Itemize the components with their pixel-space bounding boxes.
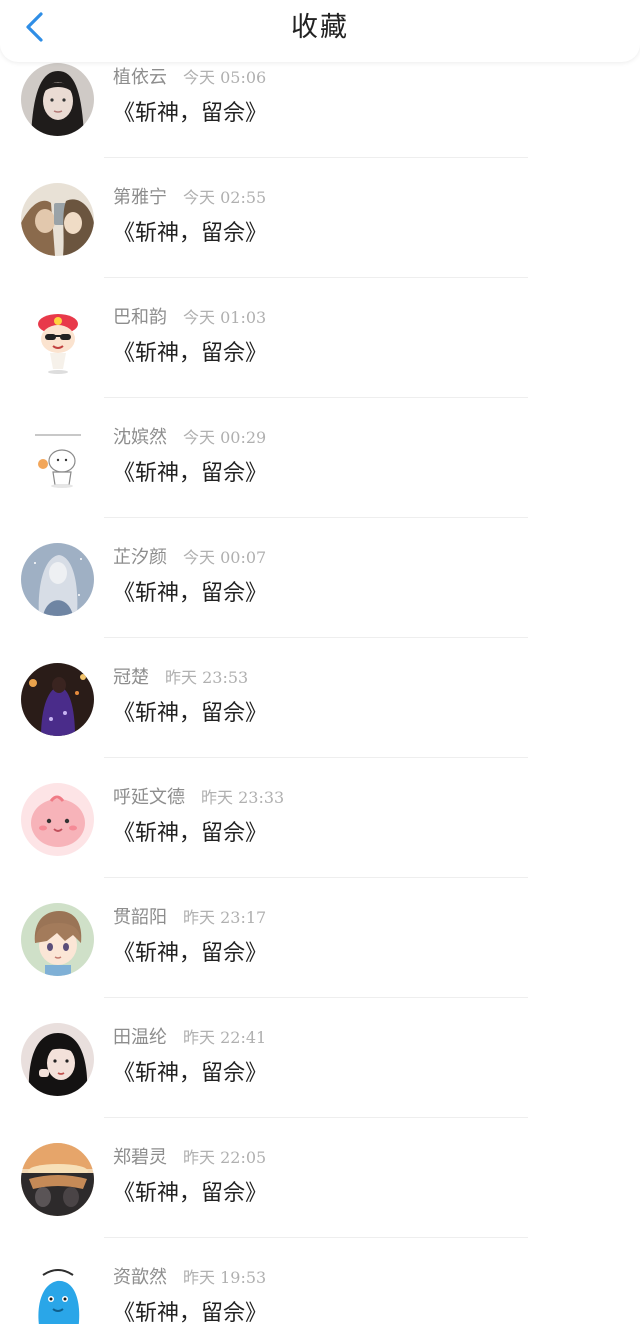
list-item[interactable]: 沈嫔然 今天 00:29 《斩神，留佘》 bbox=[0, 360, 640, 518]
user-name[interactable]: 冠楚 bbox=[113, 667, 149, 688]
list-item[interactable]: 冠楚 昨天 23:53 《斩神，留佘》 bbox=[0, 600, 640, 758]
item-meta: 冠楚 昨天 23:53 bbox=[113, 666, 248, 690]
timestamp: 昨天 23:53 bbox=[165, 668, 249, 687]
item-meta: 巴和韵 今天 01:03 bbox=[113, 306, 266, 330]
item-meta: 田温纶 昨天 22:41 bbox=[113, 1026, 266, 1050]
list-item[interactable]: 田温纶 昨天 22:41 《斩神，留佘》 bbox=[0, 960, 640, 1118]
item-meta: 第雅宁 今天 02:55 bbox=[113, 186, 266, 210]
favorite-content[interactable]: 《斩神，留佘》 bbox=[113, 1299, 267, 1324]
timestamp: 今天 02:55 bbox=[183, 188, 267, 207]
user-name[interactable]: 田温纶 bbox=[113, 1027, 167, 1048]
list-item[interactable]: 贯韶阳 昨天 23:17 《斩神，留佘》 bbox=[0, 840, 640, 998]
timestamp: 昨天 22:41 bbox=[183, 1028, 267, 1047]
timestamp: 昨天 19:53 bbox=[183, 1268, 267, 1287]
user-name[interactable]: 沈嫔然 bbox=[113, 427, 167, 448]
timestamp: 昨天 23:33 bbox=[201, 788, 285, 807]
user-name[interactable]: 郑碧灵 bbox=[113, 1147, 167, 1168]
timestamp: 今天 00:29 bbox=[183, 428, 267, 447]
item-meta: 呼延文德 昨天 23:33 bbox=[113, 786, 284, 810]
item-meta: 沈嫔然 今天 00:29 bbox=[113, 426, 266, 450]
timestamp: 今天 00:07 bbox=[183, 548, 267, 567]
user-name[interactable]: 芷汐颜 bbox=[113, 547, 167, 568]
item-meta: 郑碧灵 昨天 22:05 bbox=[113, 1146, 266, 1170]
user-name[interactable]: 贯韶阳 bbox=[113, 907, 167, 928]
list-item[interactable]: 芷汐颜 今天 00:07 《斩神，留佘》 bbox=[0, 480, 640, 638]
page-title: 收藏 bbox=[291, 12, 349, 43]
favorites-list: 植依云 今天 05:06 《斩神，留佘》 第雅宁 今天 02:55 《斩神，留佘》 … bbox=[0, 0, 640, 1324]
list-item[interactable]: 呼延文德 昨天 23:33 《斩神，留佘》 bbox=[0, 720, 640, 878]
user-name[interactable]: 巴和韵 bbox=[113, 307, 167, 328]
item-meta: 植依云 今天 05:06 bbox=[113, 66, 266, 90]
user-name[interactable]: 第雅宁 bbox=[113, 187, 167, 208]
item-meta: 贯韶阳 昨天 23:17 bbox=[113, 906, 266, 930]
timestamp: 今天 01:03 bbox=[183, 308, 267, 327]
top-nav-bar: 收藏 bbox=[0, 0, 640, 62]
user-name[interactable]: 呼延文德 bbox=[113, 787, 185, 808]
list-item[interactable]: 巴和韵 今天 01:03 《斩神，留佘》 bbox=[0, 240, 640, 398]
timestamp: 昨天 23:17 bbox=[183, 908, 267, 927]
timestamp: 今天 05:06 bbox=[183, 68, 267, 87]
user-name[interactable]: 资歆然 bbox=[113, 1267, 167, 1288]
item-meta: 资歆然 昨天 19:53 bbox=[113, 1266, 266, 1290]
timestamp: 昨天 22:05 bbox=[183, 1148, 267, 1167]
avatar[interactable] bbox=[21, 1263, 94, 1324]
list-item[interactable]: 郑碧灵 昨天 22:05 《斩神，留佘》 bbox=[0, 1080, 640, 1238]
list-item[interactable]: 资歆然 昨天 19:53 《斩神，留佘》 bbox=[0, 1200, 640, 1324]
item-meta: 芷汐颜 今天 00:07 bbox=[113, 546, 266, 570]
user-name[interactable]: 植依云 bbox=[113, 67, 167, 88]
list-item[interactable]: 第雅宁 今天 02:55 《斩神，留佘》 bbox=[0, 120, 640, 278]
